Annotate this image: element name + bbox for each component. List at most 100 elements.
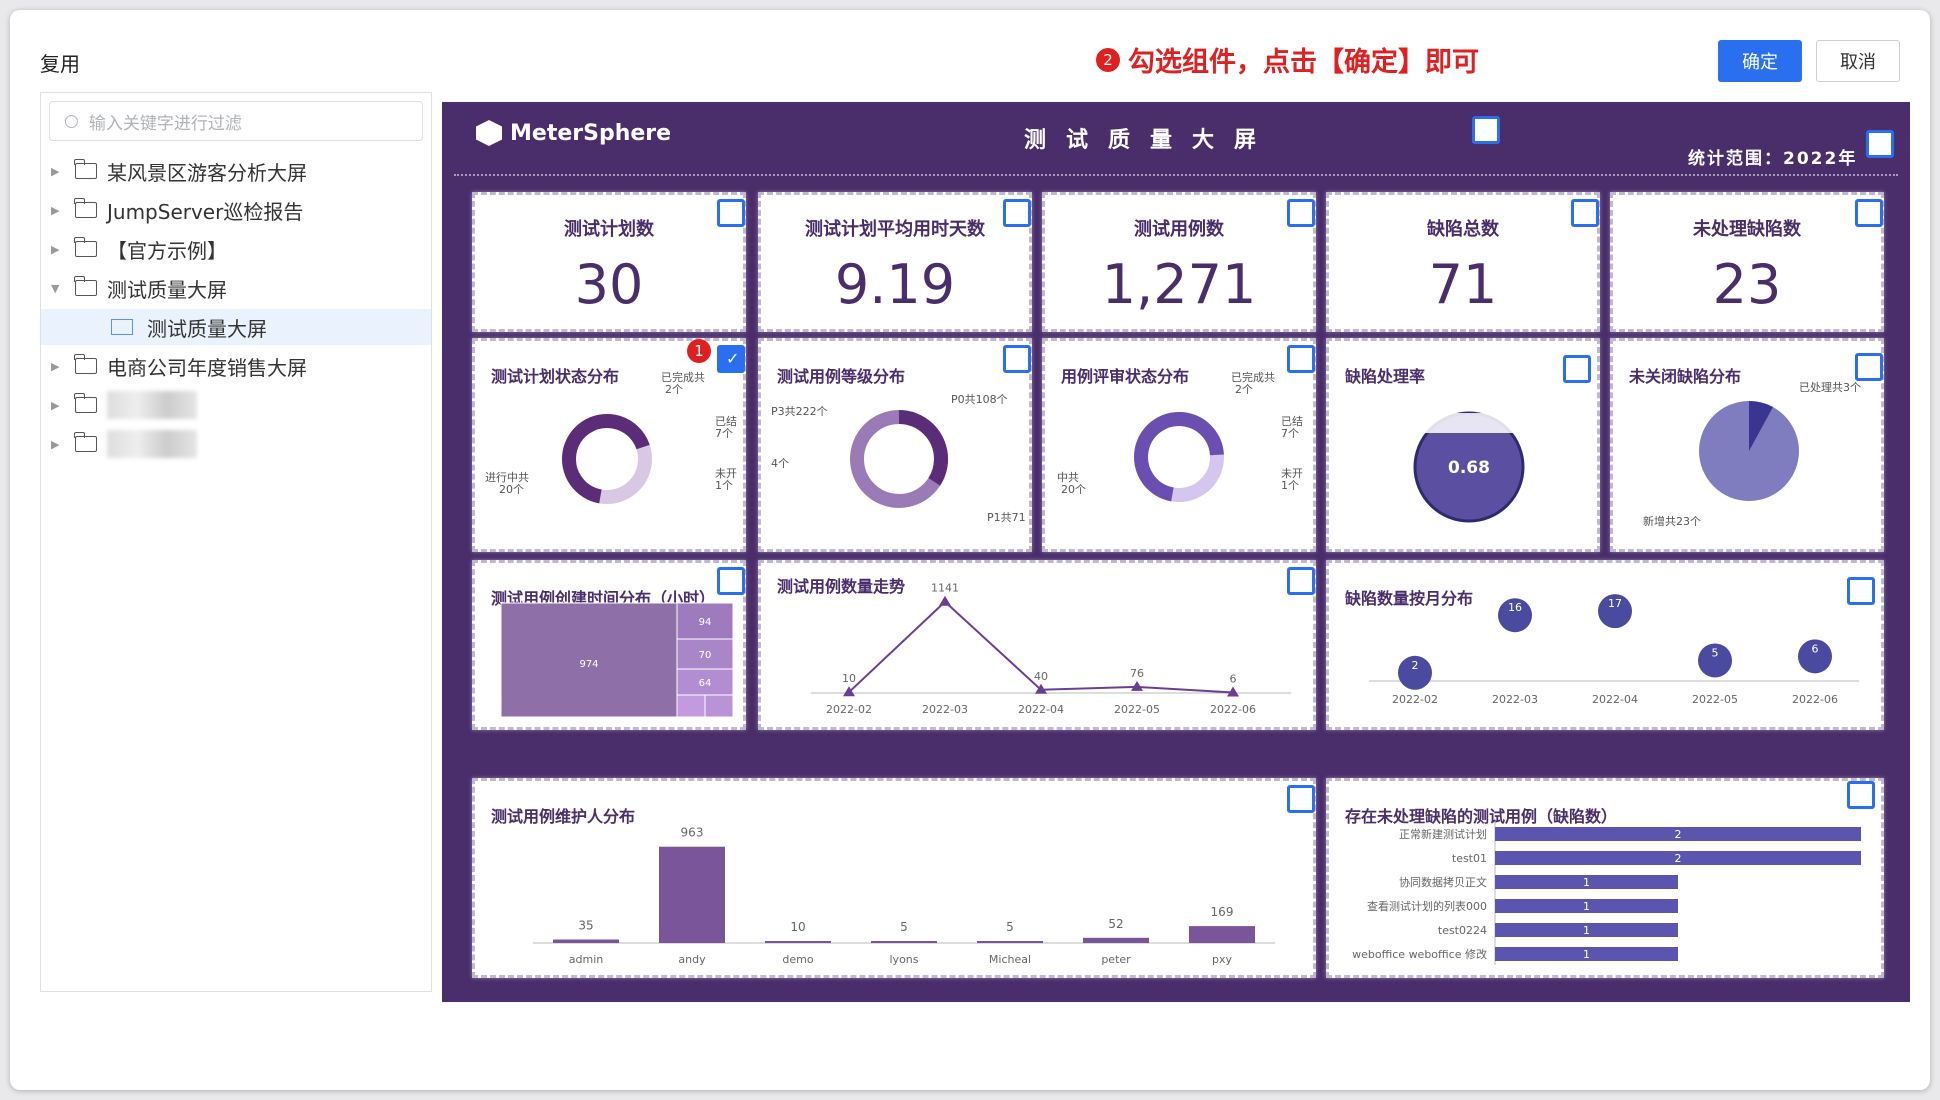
donut-chart: 已完成共 2个 已结 7个 未开 1个 进行中共 20个 <box>485 370 737 504</box>
chart-checkbox[interactable] <box>717 567 745 595</box>
kpi-checkbox[interactable] <box>1003 199 1031 227</box>
slice-label: 7个 <box>1281 427 1299 440</box>
tick-label: peter <box>1101 953 1131 966</box>
tree-item[interactable]: ▶ <box>41 387 431 423</box>
kpi-checkbox[interactable] <box>1287 199 1315 227</box>
chart-checkbox[interactable] <box>1847 781 1875 809</box>
caret-down-icon[interactable]: ▼ <box>51 282 75 295</box>
tree-item-selected[interactable]: 测试质量大屏 <box>41 309 431 345</box>
data-label: 2 <box>1675 852 1682 865</box>
kpi-card: 测试用例数 1,271 <box>1042 192 1316 332</box>
tick-label: 2022-04 <box>1018 703 1064 716</box>
tree-search-input[interactable]: ○ 输入关键字进行过滤 <box>49 101 423 141</box>
tree-item-label: 【官方示例】 <box>107 238 227 263</box>
dashboard-title: 测试质量大屏 <box>1024 128 1277 153</box>
cancel-button[interactable]: 取消 <box>1816 40 1900 82</box>
step-badge: 2 <box>1096 47 1120 72</box>
kpi-card: 未处理缺陷数 23 <box>1610 192 1884 332</box>
kpi-title: 测试计划平均用时天数 <box>805 219 985 240</box>
chart-checkbox[interactable] <box>1287 785 1315 813</box>
chart-checkbox[interactable] <box>1003 345 1031 373</box>
tree-item[interactable]: ▼ 测试质量大屏 <box>41 270 431 306</box>
tick-label: 2022-02 <box>1392 693 1438 706</box>
data-label: 5 <box>1712 646 1719 659</box>
bar <box>553 939 619 943</box>
tree-item[interactable]: ▶ 某风景区游客分析大屏 <box>41 153 431 189</box>
chart-card: 用例评审状态分布 已完成共 2个 已结 7个 未开 1个 中共 20个 <box>1042 338 1316 552</box>
slice-label: P3共222个 <box>771 405 828 418</box>
tick-label: 正常新建测试计划 <box>1399 827 1487 841</box>
tree-item[interactable]: ▶ 【官方示例】 <box>41 231 431 267</box>
data-label: 2 <box>1675 828 1682 841</box>
slice-label: 1个 <box>1281 479 1299 492</box>
folder-icon <box>74 393 97 413</box>
blurred-label <box>107 430 197 458</box>
tick-label: andy <box>678 953 706 966</box>
tick-label: test01 <box>1452 852 1487 865</box>
title-checkbox[interactable] <box>1472 116 1500 144</box>
caret-right-icon[interactable]: ▶ <box>51 165 75 178</box>
tick-label: 2022-03 <box>1492 693 1538 706</box>
data-point <box>1131 680 1143 691</box>
data-label: 5 <box>1006 920 1014 934</box>
tick-label: weboffice weboffice 修改 <box>1352 947 1487 961</box>
tick-label: test0224 <box>1438 924 1487 937</box>
slice-label: 20个 <box>1061 483 1086 496</box>
treemap-chart: 974 94 70 64 <box>500 602 734 718</box>
treemap-cell <box>704 694 734 718</box>
chart-checkbox-checked[interactable] <box>717 345 745 373</box>
folder-icon <box>74 198 97 218</box>
slice-label: 4个 <box>771 457 789 470</box>
caret-right-icon[interactable]: ▶ <box>51 360 75 373</box>
tree-item[interactable]: ▶ <box>41 426 431 462</box>
chart-card: 存在未处理缺陷的测试用例（缺陷数） 2 正常新建测试计划 2 test01 1 协同数据拷… <box>1326 778 1884 978</box>
donut-chart: 已完成共 2个 已结 7个 未开 1个 中共 20个 <box>1057 370 1303 502</box>
data-label: 963 <box>681 826 704 840</box>
chart-checkbox[interactable] <box>1847 577 1875 605</box>
chart-checkbox[interactable] <box>1855 353 1883 381</box>
tick-label: 2022-06 <box>1210 703 1256 716</box>
tree-item[interactable]: ▶ 电商公司年度销售大屏 <box>41 348 431 384</box>
stat-range: 统计范围：2022年 <box>1688 149 1858 169</box>
logo-text: MeterSphere <box>510 120 672 146</box>
data-label: 1141 <box>931 582 959 595</box>
caret-right-icon[interactable]: ▶ <box>51 399 75 412</box>
chart-checkbox[interactable] <box>1287 345 1315 373</box>
tick-label: 2022-06 <box>1792 693 1838 706</box>
kpi-checkbox[interactable] <box>1855 199 1883 227</box>
kpi-value: 9.19 <box>834 253 956 316</box>
folder-icon <box>74 237 97 257</box>
kpi-value: 1,271 <box>1101 253 1257 316</box>
data-label: 1 <box>1583 948 1590 961</box>
slice-label: 新增共23个 <box>1643 514 1701 528</box>
kpi-title: 缺陷总数 <box>1427 219 1499 240</box>
tree-item-label: 测试质量大屏 <box>107 277 227 302</box>
chart-checkbox[interactable] <box>1563 355 1591 383</box>
treemap-label: 974 <box>579 659 598 670</box>
kpi-checkbox[interactable] <box>1571 199 1599 227</box>
chart-checkbox[interactable] <box>1287 567 1315 595</box>
pie-chart: 已处理共3个 新增共23个 <box>1643 381 1861 528</box>
hint-text: 勾选组件，点击【确定】即可 <box>1128 47 1479 78</box>
caret-right-icon[interactable]: ▶ <box>51 204 75 217</box>
chart-card: 缺陷处理率 0.68 <box>1326 338 1600 552</box>
caret-right-icon[interactable]: ▶ <box>51 438 75 451</box>
data-label: 10 <box>790 920 805 934</box>
kpi-title: 测试用例数 <box>1134 219 1224 240</box>
chart-card: 缺陷数量按月分布 2 2022-02 16 2022-03 17 2022-04 5 2022… <box>1326 560 1884 730</box>
data-label: 2 <box>1412 659 1419 672</box>
range-checkbox[interactable] <box>1866 130 1894 158</box>
bar <box>765 941 831 943</box>
kpi-value: 30 <box>574 253 644 316</box>
tree-item[interactable]: ▶ JumpServer巡检报告 <box>41 192 431 228</box>
confirm-button[interactable]: 确定 <box>1718 40 1802 82</box>
blurred-label <box>107 391 197 419</box>
dialog-title: 复用 <box>40 52 80 76</box>
reuse-dialog: 复用 2 勾选组件，点击【确定】即可 确定 取消 ○ 输入关键字进行过滤 ▶ 某风… <box>10 10 1930 1090</box>
caret-right-icon[interactable]: ▶ <box>51 243 75 256</box>
data-label: 1 <box>1583 876 1590 889</box>
slice-label: 已处理共3个 <box>1799 381 1861 394</box>
kpi-checkbox[interactable] <box>717 199 745 227</box>
chart-card: 测试用例维护人分布 35 admin 963 andy 10 demo 5 lyons 5 Mic… <box>472 778 1316 978</box>
tick-label: demo <box>782 953 813 966</box>
